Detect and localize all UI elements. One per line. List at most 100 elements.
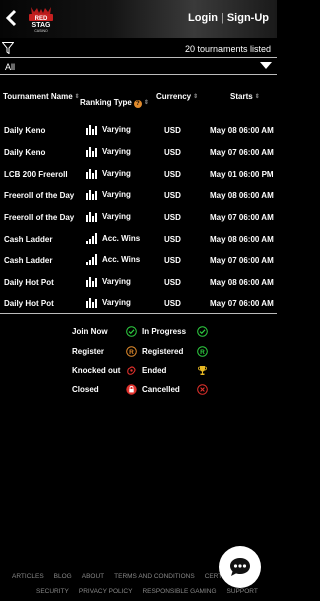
knocked-out-icon xyxy=(127,366,136,375)
footer-link-articles[interactable]: ARTICLES xyxy=(12,573,44,580)
currency: USD xyxy=(164,256,181,265)
tournament-name: Daily Keno xyxy=(4,126,46,135)
svg-text:STAG: STAG xyxy=(32,22,51,29)
footer-link-security[interactable]: SECURITY xyxy=(36,588,69,595)
ranking-type-label: Varying xyxy=(102,212,131,221)
table-row[interactable]: Freeroll of the Day Varying USD May 08 0… xyxy=(0,184,277,206)
table-row[interactable]: Daily Hot Pot Varying USD May 08 06:00 A… xyxy=(0,271,277,293)
footer-link-support[interactable]: SUPPORT xyxy=(227,588,258,595)
ranking-type: Varying xyxy=(86,189,131,200)
red-stag-logo[interactable]: RED STAG CASINO xyxy=(26,5,56,33)
currency: USD xyxy=(164,278,181,287)
start-time: May 08 06:00 AM xyxy=(210,126,274,135)
selected-filter-value: All xyxy=(5,62,16,72)
ranking-type-label: Acc. Wins xyxy=(102,234,141,243)
sort-icon: ⇕ xyxy=(143,100,149,106)
footer-link-about[interactable]: ABOUT xyxy=(82,573,104,580)
tournament-name: Cash Ladder xyxy=(4,256,53,265)
filter-bar: 20 tournaments listed xyxy=(0,42,277,58)
start-time: May 01 06:00 PM xyxy=(210,170,274,179)
footer-link-terms[interactable]: TERMS AND CONDITIONS xyxy=(114,573,195,580)
table-row[interactable]: Daily Keno Varying USD May 07 06:00 AM xyxy=(0,141,277,163)
ranking-type-label: Acc. Wins xyxy=(102,255,141,264)
tournament-name: Cash Ladder xyxy=(4,235,53,244)
legend-join-now: Join Now xyxy=(72,327,108,336)
divider xyxy=(0,313,277,314)
ranking-type: Varying xyxy=(86,168,131,179)
legend-register: Register xyxy=(72,347,105,356)
login-link[interactable]: Login xyxy=(188,12,218,24)
header-tournament-name[interactable]: Tournament Name ⇕ xyxy=(3,92,80,101)
signup-link[interactable]: Sign-Up xyxy=(227,12,269,24)
register-r-circle-icon: R xyxy=(126,346,137,357)
ranking-type: Varying xyxy=(86,124,131,135)
tournament-filter-select[interactable]: All xyxy=(0,58,277,74)
table-row[interactable]: Daily Keno Varying USD May 08 06:00 AM xyxy=(0,119,277,141)
currency: USD xyxy=(164,126,181,135)
start-time: May 07 06:00 AM xyxy=(210,213,274,222)
table-row[interactable]: LCB 200 Freeroll Varying USD May 01 06:0… xyxy=(0,163,277,185)
table-row[interactable]: Freeroll of the Day Varying USD May 07 0… xyxy=(0,206,277,228)
sort-icon: ⇕ xyxy=(74,94,80,100)
sort-icon: ⇕ xyxy=(193,94,199,100)
tournament-name: Daily Hot Pot xyxy=(4,299,54,308)
footer-link-blog[interactable]: BLOG xyxy=(54,573,72,580)
header-currency[interactable]: Currency ⇕ xyxy=(156,92,198,101)
currency: USD xyxy=(164,191,181,200)
tournament-name: Daily Hot Pot xyxy=(4,278,54,287)
footer-links-row-1: ARTICLES BLOG ABOUT TERMS AND CONDITIONS… xyxy=(12,573,239,580)
ranking-type: Varying xyxy=(86,211,131,222)
ranking-type-label: Varying xyxy=(102,169,131,178)
start-time: May 08 06:00 AM xyxy=(210,235,274,244)
top-bar: RED STAG CASINO Login | Sign-Up xyxy=(0,0,277,38)
ranking-type: Varying xyxy=(86,276,131,287)
start-time: May 08 06:00 AM xyxy=(210,191,274,200)
bars-ascending-icon xyxy=(86,254,97,265)
ranking-type-label: Varying xyxy=(102,125,131,134)
currency: USD xyxy=(164,148,181,157)
footer-link-privacy[interactable]: PRIVACY POLICY xyxy=(79,588,133,595)
chat-button[interactable] xyxy=(219,546,261,588)
start-time: May 07 06:00 AM xyxy=(210,148,274,157)
x-circle-icon xyxy=(197,384,208,395)
header-label: Ranking Type xyxy=(80,98,132,107)
currency: USD xyxy=(164,170,181,179)
back-arrow-icon[interactable] xyxy=(4,8,20,28)
table-row[interactable]: Daily Hot Pot Varying USD May 07 06:00 A… xyxy=(0,292,277,314)
tournament-name: Freeroll of the Day xyxy=(4,213,75,222)
divider xyxy=(0,74,277,75)
filter-funnel-icon[interactable] xyxy=(2,42,14,54)
header-starts[interactable]: Starts ⇕ xyxy=(230,92,260,101)
ranking-type: Varying xyxy=(86,297,131,308)
ranking-type-label: Varying xyxy=(102,190,131,199)
registered-r-circle-icon: R xyxy=(197,346,208,357)
start-time: May 07 06:00 AM xyxy=(210,256,274,265)
sort-icon: ⇕ xyxy=(254,94,260,100)
currency: USD xyxy=(164,235,181,244)
currency: USD xyxy=(164,299,181,308)
table-row[interactable]: Cash Ladder Acc. Wins USD May 08 06:00 A… xyxy=(0,228,277,250)
legend-knocked-out: Knocked out xyxy=(72,366,121,375)
svg-text:R: R xyxy=(129,349,134,356)
header-label: Currency xyxy=(156,92,192,101)
footer-link-responsible-gaming[interactable]: RESPONSIBLE GAMING xyxy=(142,588,216,595)
bars-varying-icon xyxy=(86,298,97,308)
chevron-down-icon xyxy=(260,62,272,69)
header-label: Starts xyxy=(230,92,253,101)
header-ranking-type[interactable]: Ranking Type? ⇕ xyxy=(80,98,149,108)
header-label: Tournament Name xyxy=(3,92,73,101)
legend-cancelled: Cancelled xyxy=(142,385,180,394)
bars-varying-icon xyxy=(86,147,97,157)
auth-separator: | xyxy=(220,12,224,24)
lock-circle-icon xyxy=(126,384,137,395)
table-row[interactable]: Cash Ladder Acc. Wins USD May 07 06:00 A… xyxy=(0,249,277,271)
bars-varying-icon xyxy=(86,277,97,287)
bars-varying-icon xyxy=(86,190,97,200)
ranking-type: Acc. Wins xyxy=(86,233,140,244)
chat-bubble-icon xyxy=(230,558,250,576)
ranking-type-label: Varying xyxy=(102,147,131,156)
currency: USD xyxy=(164,213,181,222)
help-icon[interactable]: ? xyxy=(133,100,142,108)
ranking-type-label: Varying xyxy=(102,277,131,286)
bars-varying-icon xyxy=(86,169,97,179)
